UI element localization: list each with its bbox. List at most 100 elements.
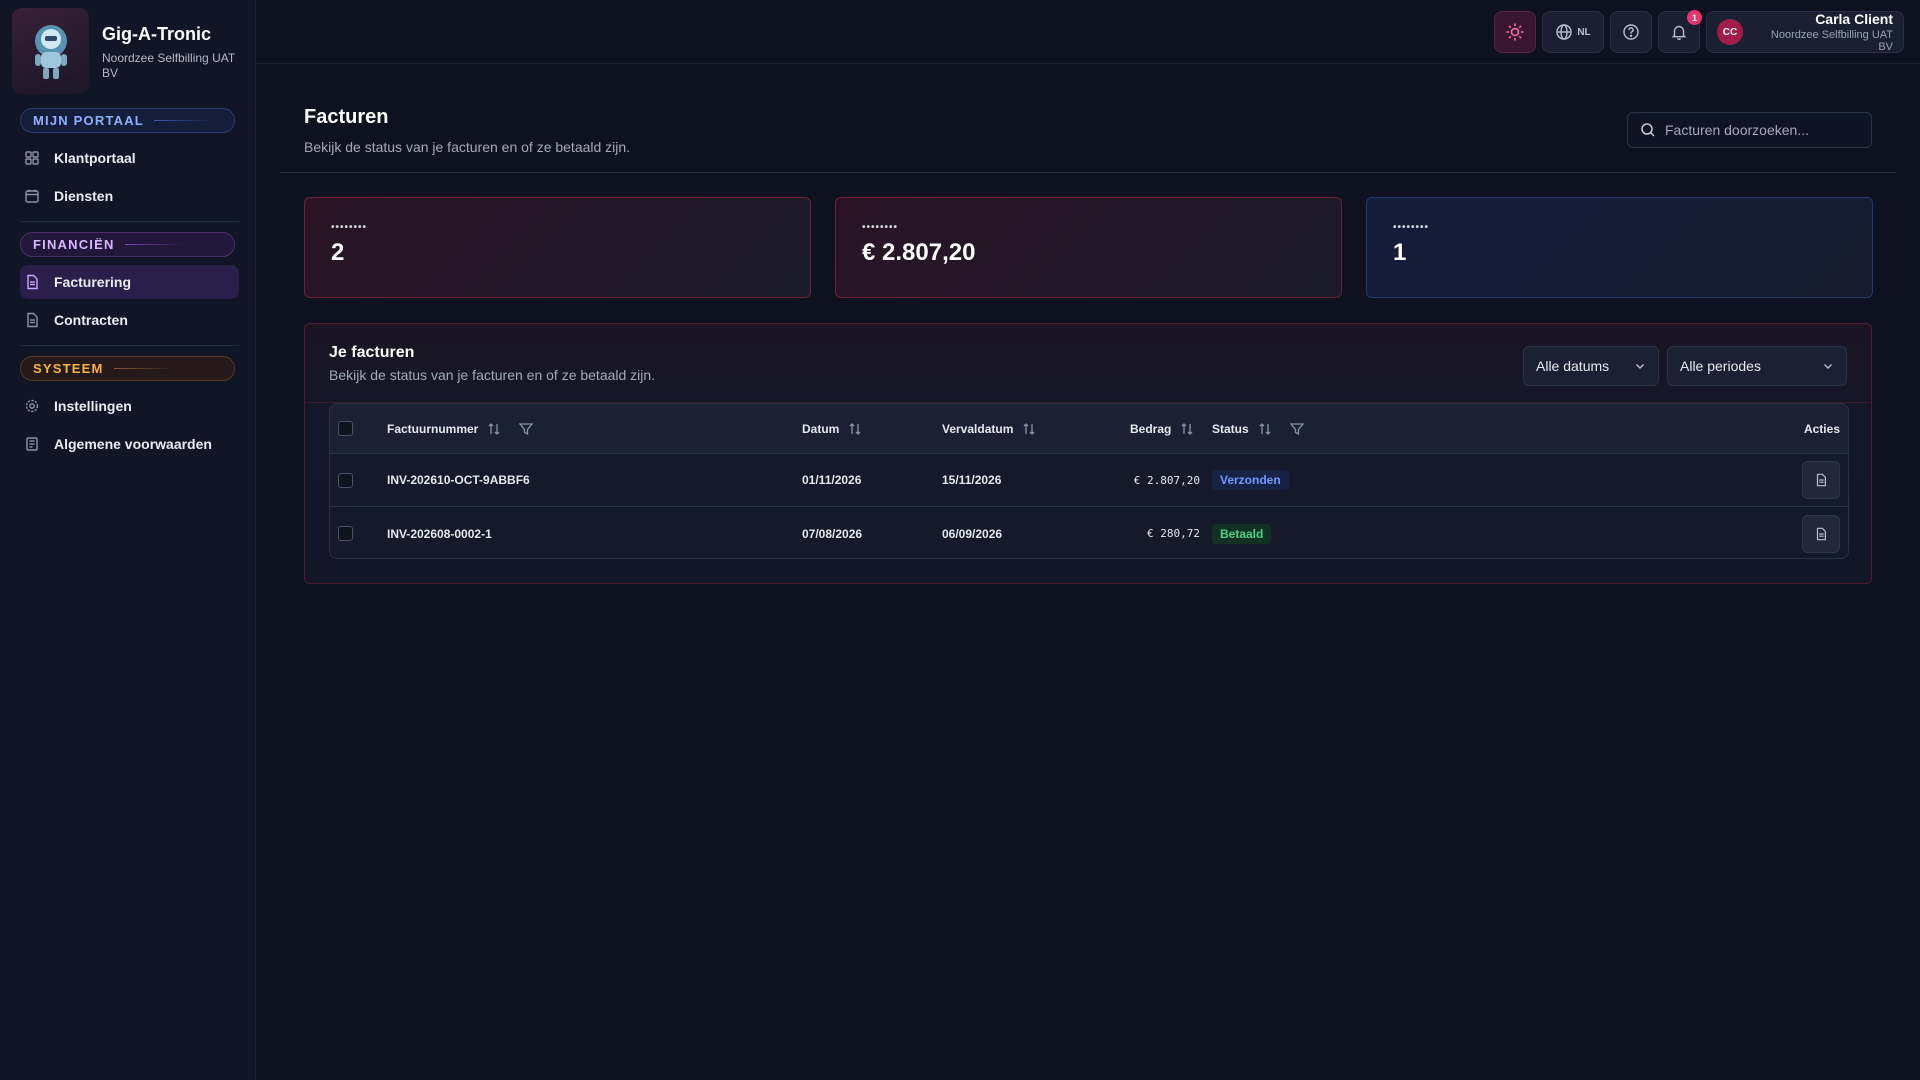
help-icon	[1622, 23, 1640, 41]
bell-icon	[1670, 23, 1688, 41]
page-title: Facturen	[304, 106, 389, 128]
row-checkbox[interactable]	[338, 472, 353, 488]
brand-name: Gig-A-Tronic	[102, 24, 211, 44]
stat-card-count: •••••••• 2	[304, 197, 811, 298]
search-box[interactable]	[1627, 112, 1872, 148]
column-header-date: Datum	[802, 421, 840, 436]
document-icon	[1814, 527, 1828, 541]
sidebar-item-label: Algemene voorwaarden	[54, 436, 212, 452]
date-filter-select[interactable]: Alle datums	[1523, 346, 1659, 386]
brand: Gig-A-Tronic Noordzee Selfbilling UAT BV	[0, 0, 255, 98]
stat-card-amount: •••••••• € 2.807,20	[835, 197, 1342, 298]
search-icon	[1640, 122, 1656, 138]
stat-label: ••••••••	[862, 222, 899, 233]
section-systeem: SYSTEEM	[20, 356, 235, 381]
user-name: Carla Client	[1815, 11, 1893, 27]
page-subtitle: Bekijk de status van je facturen en of z…	[304, 139, 631, 155]
section-label: SYSTEEM	[33, 361, 104, 376]
invoice-due-date: 06/09/2026	[942, 526, 1003, 541]
stats-row: •••••••• 2 •••••••• € 2.807,20 •••••••• …	[304, 197, 1873, 298]
select-value: Alle datums	[1536, 358, 1610, 374]
status-badge: Verzonden	[1212, 470, 1289, 490]
sidebar: Gig-A-Tronic Noordzee Selfbilling UAT BV…	[0, 0, 256, 1080]
brand-org: Noordzee Selfbilling UAT BV	[102, 51, 235, 80]
invoice-number: INV-202610-OCT-9ABBF6	[387, 473, 530, 487]
table-row[interactable]: INV-202608-0002-1 07/08/2026 06/09/2026 …	[330, 507, 1848, 558]
main-content: Facturen Bekijk de status van je facture…	[256, 64, 1920, 1080]
period-filter-select[interactable]: Alle periodes	[1667, 346, 1847, 386]
panel-title: Je facturen	[329, 344, 415, 361]
search-input[interactable]	[1665, 122, 1845, 138]
chevron-down-icon	[1634, 360, 1646, 372]
sidebar-item-diensten[interactable]: Diensten	[20, 179, 239, 213]
status-badge: Betaald	[1212, 523, 1272, 544]
select-value: Alle periodes	[1680, 358, 1761, 374]
invoices-table: Factuurnummer Datum Vervaldatum Bedrag S…	[329, 403, 1849, 559]
sidebar-item-contracten[interactable]: Contracten	[20, 303, 239, 337]
sort-icon[interactable]	[486, 421, 502, 437]
column-header-status: Status	[1212, 421, 1249, 436]
column-header-actions: Acties	[1803, 421, 1840, 436]
sidebar-item-klantportaal[interactable]: Klantportaal	[20, 141, 239, 175]
divider	[20, 221, 239, 222]
row-checkbox[interactable]	[338, 526, 353, 541]
sort-icon[interactable]	[847, 421, 863, 437]
document-icon	[22, 272, 42, 292]
invoices-panel: Je facturen Bekijk de status van je fact…	[304, 323, 1872, 584]
column-header-due: Vervaldatum	[942, 421, 1014, 436]
stat-value: 2	[331, 239, 345, 266]
sidebar-item-label: Klantportaal	[54, 150, 136, 166]
sort-icon[interactable]	[1257, 421, 1273, 437]
section-label: FINANCIËN	[33, 237, 115, 252]
invoice-date: 07/08/2026	[802, 526, 863, 541]
user-menu[interactable]: CC Carla Client Noordzee Selfbilling UAT…	[1706, 11, 1904, 53]
notifications-button[interactable]: 1	[1658, 10, 1702, 53]
filter-icon[interactable]	[518, 421, 534, 437]
scroll-icon	[22, 434, 42, 454]
globe-icon	[1555, 23, 1573, 41]
theme-toggle-button[interactable]	[1494, 11, 1536, 53]
sidebar-item-label: Diensten	[54, 188, 114, 204]
sort-icon[interactable]	[1021, 421, 1037, 437]
language-code: NL	[1577, 26, 1591, 38]
column-header-number: Factuurnummer	[387, 421, 479, 436]
avatar: CC	[1717, 19, 1743, 45]
invoice-amount: € 280,72	[1147, 527, 1200, 540]
section-financien: FINANCIËN	[20, 232, 235, 257]
sidebar-item-label: Contracten	[54, 312, 128, 328]
filter-icon[interactable]	[1289, 421, 1305, 437]
invoice-number: INV-202608-0002-1	[387, 526, 492, 541]
notification-badge: 1	[1687, 10, 1702, 25]
stat-label: ••••••••	[331, 222, 368, 233]
sidebar-item-facturering[interactable]: Facturering	[20, 265, 239, 299]
section-mijn-portaal: MIJN PORTAAL	[20, 108, 235, 133]
sort-icon[interactable]	[1179, 421, 1195, 437]
table-row[interactable]: INV-202610-OCT-9ABBF6 01/11/2026 15/11/2…	[330, 454, 1848, 507]
sidebar-item-instellingen[interactable]: Instellingen	[20, 389, 239, 423]
sun-icon	[1505, 22, 1525, 42]
table-header: Factuurnummer Datum Vervaldatum Bedrag S…	[330, 404, 1848, 454]
stat-value: € 2.807,20	[862, 239, 976, 266]
invoice-date: 01/11/2026	[802, 473, 862, 487]
invoice-amount: € 2.807,20	[1133, 473, 1200, 487]
help-button[interactable]	[1610, 11, 1652, 53]
gear-icon	[22, 396, 42, 416]
user-org: Noordzee Selfbilling UAT BV	[1770, 29, 1893, 53]
invoice-due-date: 15/11/2026	[942, 473, 1002, 487]
sidebar-item-label: Instellingen	[54, 398, 132, 414]
stat-card-paid: •••••••• 1	[1366, 197, 1873, 298]
divider	[20, 345, 239, 346]
sidebar-item-label: Facturering	[54, 274, 132, 290]
view-invoice-button[interactable]	[1802, 461, 1840, 499]
document-icon	[22, 310, 42, 330]
column-header-amount: Bedrag	[1130, 421, 1172, 436]
sidebar-item-algemene-voorwaarden[interactable]: Algemene voorwaarden	[20, 427, 239, 461]
chevron-down-icon	[1822, 360, 1834, 372]
language-button[interactable]: NL	[1542, 11, 1604, 53]
document-icon	[1814, 473, 1828, 487]
divider	[280, 172, 1896, 173]
panel-subtitle: Bekijk de status van je facturen en of z…	[329, 367, 656, 383]
grid-icon	[22, 148, 42, 168]
view-invoice-button[interactable]	[1802, 514, 1840, 553]
select-all-checkbox[interactable]	[338, 421, 353, 436]
